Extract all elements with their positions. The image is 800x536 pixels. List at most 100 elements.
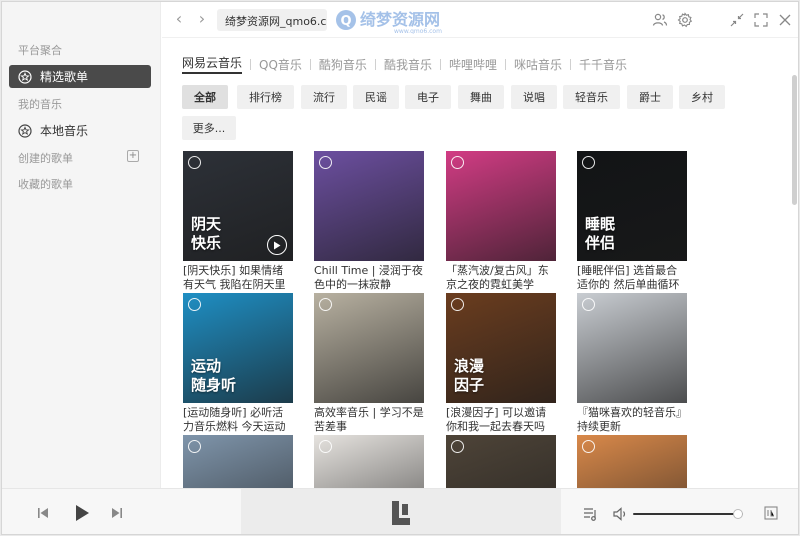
sidebar: 平台聚合 精选歌单 我的音乐 本地音乐 创建的歌单 + 收藏的歌单 (2, 2, 161, 488)
playlist-cover[interactable] (314, 151, 424, 261)
category-chip[interactable]: 乡村 (679, 85, 725, 109)
playlist-cover[interactable] (446, 151, 556, 261)
volume-slider-handle[interactable] (732, 509, 743, 519)
cover-title-line: 浪漫 (454, 357, 485, 375)
category-chip[interactable]: 民谣 (353, 85, 399, 109)
playlist-card[interactable]: 高效率音乐 | 学习不是苦差事 (314, 293, 424, 434)
tab-divider (309, 58, 311, 70)
lyrics-icon[interactable] (764, 506, 778, 520)
category-chip[interactable]: 流行 (301, 85, 347, 109)
app-window: 平台聚合 精选歌单 我的音乐 本地音乐 创建的歌单 + 收藏的歌单 ‹ › 绮梦… (1, 1, 799, 535)
cover-title: 运动 随身听 (191, 357, 236, 395)
category-chip[interactable]: 爵士 (627, 85, 673, 109)
gear-icon[interactable] (677, 12, 693, 28)
tab-source-kugou[interactable]: 酷狗音乐 (319, 56, 367, 73)
playlist-card[interactable] (183, 435, 293, 488)
scrollbar-thumb[interactable] (792, 75, 797, 205)
playlist-caption[interactable]: [运动随身听] 必听活力音乐燃料 今天运动了吗 (183, 406, 293, 434)
watermark-logo: Q 绮梦资源网 www.qmo6.com (334, 6, 474, 35)
tab-source-kuwo[interactable]: 酷我音乐 (384, 56, 432, 73)
playlist-cover[interactable] (577, 293, 687, 403)
back-arrow-icon[interactable]: ‹ (172, 11, 186, 27)
tab-source-qq[interactable]: QQ音乐 (259, 56, 302, 73)
cover-title-line: 因子 (454, 376, 485, 394)
playlist-cover[interactable] (577, 435, 687, 488)
netease-badge-icon (319, 156, 332, 169)
cover-title-line: 阴天 (191, 215, 222, 233)
sidebar-item-featured-playlists[interactable]: 精选歌单 (9, 65, 151, 88)
category-chip[interactable]: 说唱 (511, 85, 557, 109)
playlist-cover[interactable]: 运动 随身听 (183, 293, 293, 403)
netease-badge-icon (188, 156, 201, 169)
playlist-cover[interactable] (314, 435, 424, 488)
playlist-cover[interactable]: 阴天 快乐 (183, 151, 293, 261)
fullscreen-icon[interactable] (753, 12, 769, 28)
tab-source-bilibili[interactable]: 哔哩哔哩 (449, 56, 497, 73)
playlist-cover[interactable] (314, 293, 424, 403)
cover-title: 浪漫 因子 (454, 357, 484, 395)
tab-divider (439, 58, 441, 70)
search-input[interactable]: 绮梦资源网_qmo6.com (217, 9, 327, 31)
volume-slider[interactable] (633, 513, 743, 515)
sidebar-item-label: 本地音乐 (40, 124, 89, 138)
sidebar-item-local-music[interactable]: 本地音乐 (9, 119, 151, 142)
playlist-card[interactable]: 浪漫 因子 [浪漫因子] 可以邀请你和我一起去春天吗 (446, 293, 556, 434)
tab-divider (569, 58, 571, 70)
cover-title-line: 睡眠 (585, 215, 616, 233)
volume-icon[interactable] (612, 506, 628, 522)
playlist-card[interactable]: Chill Time | 浸润于夜色中的一抹寂静 (314, 151, 424, 292)
category-chip[interactable]: 轻音乐 (563, 85, 620, 109)
cover-title: 阴天 快乐 (191, 215, 221, 253)
playlist-cover[interactable] (446, 435, 556, 488)
category-chip[interactable]: 舞曲 (458, 85, 504, 109)
playlist-card[interactable] (446, 435, 556, 488)
category-chip[interactable]: 电子 (405, 85, 451, 109)
play-overlay-icon[interactable] (267, 235, 287, 255)
netease-badge-icon (188, 440, 201, 453)
playlist-card[interactable]: 「蒸汽波/复古风」东京之夜的霓虹美学 (446, 151, 556, 292)
category-chip-all[interactable]: 全部 (182, 85, 228, 109)
netease-badge-icon (188, 298, 201, 311)
playlist-caption[interactable]: 高效率音乐 | 学习不是苦差事 (314, 406, 424, 434)
svg-text:绮梦资源网: 绮梦资源网 (360, 10, 440, 29)
playlist-queue-icon[interactable] (583, 506, 599, 522)
previous-track-icon[interactable] (36, 506, 50, 520)
playlist-caption[interactable]: [睡眠伴侣] 选首最合适你的 然后单曲循环 (577, 264, 687, 292)
top-bar: ‹ › 绮梦资源网_qmo6.com Q 绮梦资源网 www.qmo6.com (162, 2, 798, 38)
add-playlist-button[interactable]: + (127, 150, 139, 162)
tab-source-migu[interactable]: 咪咕音乐 (514, 56, 562, 73)
svg-text:www.qmo6.com: www.qmo6.com (394, 28, 442, 34)
playlist-caption[interactable]: 『猫咪喜欢的轻音乐』持续更新 (577, 406, 687, 434)
netease-badge-icon (319, 298, 332, 311)
playlist-cover[interactable]: 浪漫 因子 (446, 293, 556, 403)
playlist-caption[interactable]: [阴天快乐] 如果情绪有天气 我陷在阴天里 (183, 264, 293, 292)
netease-badge-icon (451, 440, 464, 453)
playlist-cover[interactable]: 睡眠 伴侣 (577, 151, 687, 261)
close-icon[interactable] (777, 12, 793, 28)
netease-badge-icon (582, 440, 595, 453)
category-chip[interactable]: 排行榜 (237, 85, 294, 109)
playlist-card[interactable] (577, 435, 687, 488)
playlist-cover[interactable] (183, 435, 293, 488)
collapse-icon[interactable] (729, 12, 745, 28)
playlist-card[interactable]: 睡眠 伴侣 [睡眠伴侣] 选首最合适你的 然后单曲循环 (577, 151, 687, 292)
playlist-card[interactable]: 『猫咪喜欢的轻音乐』持续更新 (577, 293, 687, 434)
netease-badge-icon (319, 440, 332, 453)
play-icon[interactable] (72, 503, 92, 523)
playlist-caption[interactable]: [浪漫因子] 可以邀请你和我一起去春天吗 (446, 406, 556, 434)
playlist-card[interactable]: 阴天 快乐 [阴天快乐] 如果情绪有天气 我陷在阴天里 (183, 151, 293, 292)
cover-title: 睡眠 伴侣 (585, 215, 615, 253)
now-playing-area[interactable] (241, 489, 561, 534)
tab-source-netease[interactable]: 网易云音乐 (182, 54, 243, 74)
category-chip-more[interactable]: 更多... (182, 116, 236, 140)
playlist-card[interactable]: 运动随身听 [运动随身听] 必听活力音乐燃料 今天运动了吗 (183, 293, 293, 434)
playlist-card[interactable] (314, 435, 424, 488)
next-track-icon[interactable] (110, 506, 124, 520)
user-group-icon[interactable] (652, 12, 668, 28)
playlist-caption[interactable]: Chill Time | 浸润于夜色中的一抹寂静 (314, 264, 424, 292)
playlist-caption[interactable]: 「蒸汽波/复古风」东京之夜的霓虹美学 (446, 264, 556, 292)
scrollbar[interactable] (791, 39, 797, 488)
tab-source-qianqian[interactable]: 千千音乐 (579, 56, 627, 73)
forward-arrow-icon[interactable]: › (195, 11, 209, 27)
star-circle-icon (18, 123, 32, 138)
